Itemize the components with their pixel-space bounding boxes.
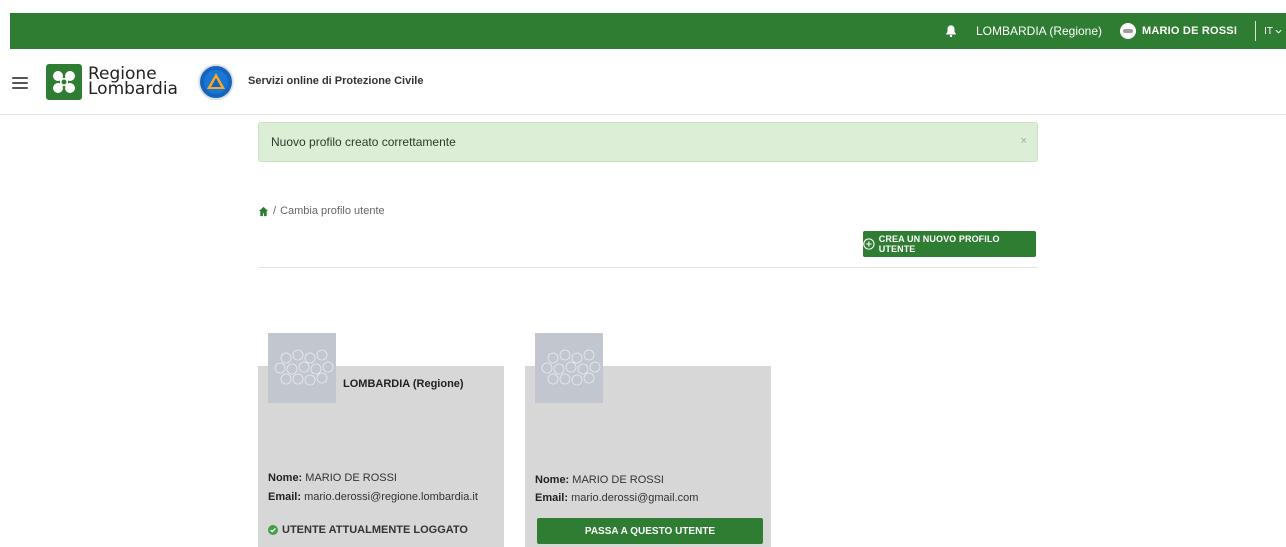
close-icon[interactable]: × (1021, 135, 1027, 147)
success-alert: Nuovo profilo creato correttamente × (258, 122, 1038, 162)
user-avatar-icon (1120, 23, 1137, 39)
email-value: mario.derossi@gmail.com (571, 492, 699, 504)
breadcrumb: / Cambia profilo utente (258, 205, 385, 217)
email-label: Email: (268, 491, 302, 503)
logo-mark-icon (46, 64, 82, 100)
protezione-civile-logo-icon (198, 64, 234, 100)
email-label: Email: (535, 492, 569, 504)
language-code: IT (1264, 25, 1273, 37)
check-circle-icon (268, 525, 278, 535)
language-selector[interactable]: IT (1264, 26, 1282, 37)
breadcrumb-current: Cambia profilo utente (280, 205, 385, 217)
home-icon[interactable] (258, 206, 269, 217)
region-text: LOMBARDIA (Regione) (975, 24, 1103, 38)
profile-image (268, 333, 336, 403)
email-value: mario.derossi@regione.lombardia.it (304, 491, 478, 503)
profile-image (535, 333, 603, 403)
logged-status-text: UTENTE ATTUALMENTE LOGGATO (282, 524, 468, 536)
chevron-down-icon (1275, 29, 1282, 34)
logo-text: Regione Lombardia (88, 66, 178, 99)
switch-user-label: PASSA A QUESTO UTENTE (584, 525, 716, 537)
profile-email-field: Email: mario.derossi@regione.lombardia.i… (268, 491, 478, 503)
profile-email-field: Email: mario.derossi@gmail.com (535, 492, 698, 504)
name-value: MARIO DE ROSSI (305, 472, 397, 484)
user-name: MARIO DE ROSSI (1142, 25, 1238, 37)
region-label[interactable]: LOMBARDIA (Regione) (976, 24, 1102, 38)
logged-status: UTENTE ATTUALMENTE LOGGATO (268, 524, 468, 536)
name-label: Nome: (535, 474, 570, 486)
alert-message: Nuovo profilo creato correttamente (271, 135, 456, 149)
site-header: Regione Lombardia Servizi online di Prot… (0, 49, 1286, 115)
profile-title: LOMBARDIA (Regione) (343, 378, 464, 390)
plus-circle-icon (863, 238, 875, 250)
switch-user-button[interactable]: PASSA A QUESTO UTENTE (537, 518, 763, 544)
create-profile-button[interactable]: CREA UN NUOVO PROFILO UTENTE (863, 231, 1036, 257)
name-value: MARIO DE ROSSI (572, 474, 664, 486)
breadcrumb-separator: / (273, 205, 277, 217)
user-menu[interactable]: MARIO DE ROSSI (1120, 23, 1237, 39)
bell-icon[interactable] (944, 24, 958, 38)
logo-line-2: Lombardia (88, 79, 178, 99)
create-profile-label: CREA UN NUOVO PROFILO UTENTE (878, 234, 1000, 254)
topbar-divider (1255, 21, 1257, 41)
profile-name-field: Nome: MARIO DE ROSSI (535, 474, 664, 486)
hamburger-icon[interactable] (12, 77, 28, 89)
top-bar: LOMBARDIA (Regione) MARIO DE ROSSI IT (10, 13, 1286, 49)
notifications[interactable] (944, 24, 958, 38)
name-label: Nome: (268, 472, 303, 484)
profile-name-field: Nome: MARIO DE ROSSI (268, 472, 397, 484)
service-title: Servizi online di Protezione Civile (248, 75, 424, 87)
regione-lombardia-logo[interactable]: Regione Lombardia (46, 64, 178, 100)
section-divider (258, 267, 1038, 268)
